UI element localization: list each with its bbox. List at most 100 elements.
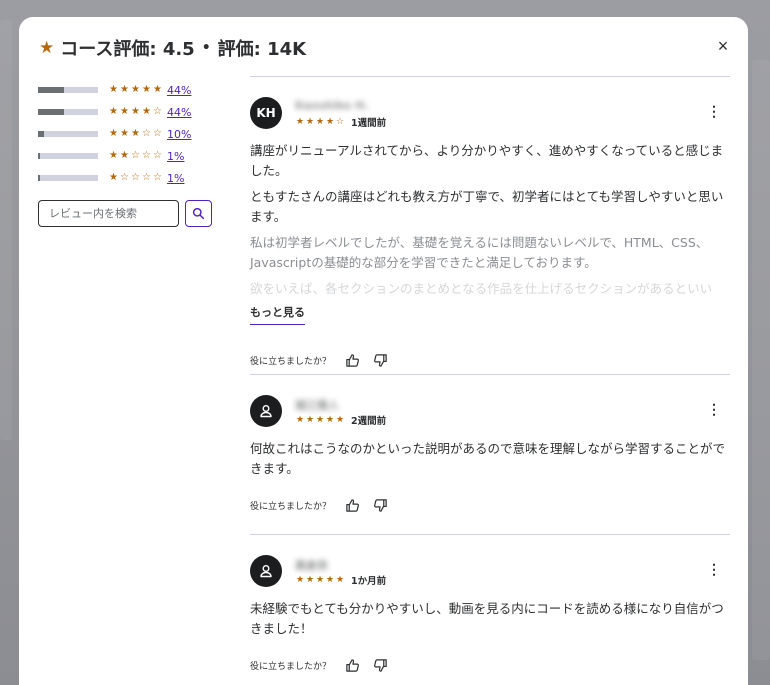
star-filled-icon: ★ [325, 117, 335, 127]
review-meta: ★ ★ ★ ★ ★ 2週間前 [295, 413, 386, 427]
star-filled-icon: ★ [131, 106, 140, 117]
star-filled-icon: ★ [109, 128, 118, 139]
helpful-question: 役に立ちましたか？ [250, 661, 332, 672]
star-empty-icon: ☆ [120, 172, 129, 183]
review-text: 未経験でもとても分かりやすいし、動画を見る内にコードを読める様になり自信がつきま… [250, 601, 724, 636]
rating-row-stars: ★ ☆ ☆ ☆ ☆ [108, 173, 163, 183]
rating-row-2[interactable]: ★ ★ ☆ ☆ ☆ 1% [38, 145, 218, 167]
review-meta: ★ ★ ★ ★ ★ 1か月前 [295, 573, 386, 587]
star-filled-icon: ★ [295, 117, 305, 127]
rating-row-5[interactable]: ★ ★ ★ ★ ★ 44% [38, 79, 218, 101]
rating-percent-link[interactable]: 1% [167, 150, 184, 163]
rating-bar-fill [38, 131, 44, 137]
star-filled-icon: ★ [325, 415, 335, 425]
thumbs-down-button[interactable] [369, 655, 391, 675]
star-filled-icon: ★ [109, 106, 118, 117]
rating-percent-link[interactable]: 44% [167, 106, 191, 119]
rating-bar-fill [38, 87, 65, 93]
rating-bar-fill [38, 109, 65, 115]
rating-row-stars: ★ ★ ☆ ☆ ☆ [108, 151, 163, 161]
rating-bar [38, 87, 98, 93]
rating-row-1[interactable]: ★ ☆ ☆ ☆ ☆ 1% [38, 167, 218, 189]
more-options-button[interactable]: ⋮ [706, 561, 722, 577]
review-text-faded: 欲をいえば、各セクションのまとめとなる作品を仕上げるセクションがあるといい [250, 281, 713, 295]
review-text: 講座がリニューアルされてから、より分かりやすく、進めやすくなっていると感じました… [250, 143, 724, 178]
star-empty-icon: ☆ [142, 128, 151, 139]
review-stars: ★ ★ ★ ★ ★ [295, 575, 345, 585]
thumbs-up-button[interactable] [341, 350, 363, 370]
thumbs-up-button[interactable] [341, 495, 363, 515]
rating-bar [38, 175, 98, 181]
star-filled-icon: ★ [305, 575, 315, 585]
star-empty-icon: ☆ [131, 172, 140, 183]
star-filled-icon: ★ [120, 84, 129, 95]
more-options-button[interactable]: ⋮ [706, 401, 722, 417]
rating-row-3[interactable]: ★ ★ ★ ☆ ☆ 10% [38, 123, 218, 145]
helpful-section: 役に立ちましたか？ [250, 495, 730, 515]
helpful-section: 役に立ちましたか？ [250, 655, 730, 675]
star-icon: ★ [39, 37, 55, 58]
thumbs-down-icon [373, 658, 387, 672]
star-filled-icon: ★ [335, 575, 345, 585]
search-button[interactable] [185, 200, 212, 227]
review-text: ともすたさんの講座はどれも教え方が丁寧で、初学者にはとても学習しやすいと思います… [250, 189, 724, 224]
avatar: KH [250, 97, 282, 129]
star-filled-icon: ★ [295, 575, 305, 585]
thumbs-down-button[interactable] [369, 495, 391, 515]
rating-bar [38, 131, 98, 137]
star-filled-icon: ★ [142, 84, 151, 95]
review-item: 堀江雅人 ★ ★ ★ ★ ★ 2週間前 ⋮ 何故これはこうなのかといった説明があるので意… [250, 375, 730, 534]
star-empty-icon: ☆ [153, 106, 162, 117]
rating-percent-link[interactable]: 1% [167, 172, 184, 185]
rating-percent-link[interactable]: 10% [167, 128, 191, 141]
star-empty-icon: ☆ [142, 150, 151, 161]
star-filled-icon: ★ [120, 128, 129, 139]
reviewer-name: 高倉奈 [295, 559, 328, 572]
star-filled-icon: ★ [142, 106, 151, 117]
show-more-button[interactable]: もっと見る [250, 303, 305, 325]
course-rating-title: コース評価: 4.5 [60, 39, 195, 60]
rating-row-4[interactable]: ★ ★ ★ ★ ☆ 44% [38, 101, 218, 123]
star-filled-icon: ★ [315, 415, 325, 425]
review-text: 何故これはこうなのかといった説明があるので意味を理解しながら学習することができま… [250, 441, 726, 476]
thumbs-up-icon [345, 353, 359, 367]
rating-bar [38, 153, 98, 159]
star-filled-icon: ★ [305, 415, 315, 425]
review-body: 未経験でもとても分かりやすいし、動画を見る内にコードを読める様になり自信がつきま… [250, 599, 730, 639]
rating-count: 評価: 14K [217, 39, 307, 60]
star-empty-icon: ☆ [153, 128, 162, 139]
helpful-question: 役に立ちましたか？ [250, 501, 332, 512]
user-icon [260, 565, 272, 578]
star-filled-icon: ★ [109, 84, 118, 95]
rating-bar-fill [38, 175, 40, 181]
review-body: 何故これはこうなのかといった説明があるので意味を理解しながら学習することができま… [250, 439, 730, 479]
helpful-question: 役に立ちましたか？ [250, 356, 332, 367]
review-body: 講座がリニューアルされてから、より分かりやすく、進めやすくなっていると感じました… [250, 141, 730, 325]
star-empty-icon: ☆ [153, 150, 162, 161]
thumbs-up-button[interactable] [341, 655, 363, 675]
reviewer-name: 堀江雅人 [295, 399, 339, 412]
review-list: KH Kazuhiko H. ★ ★ ★ ★ ☆ 1週間前 ⋮ 講座がリニューアルされて… [250, 76, 730, 685]
search-input[interactable] [38, 200, 179, 227]
star-filled-icon: ★ [305, 117, 315, 127]
close-button[interactable]: × [712, 35, 734, 57]
reviewer-name: Kazuhiko H. [295, 99, 369, 112]
star-filled-icon: ★ [153, 84, 162, 95]
review-date: 2週間前 [351, 416, 387, 427]
review-stars: ★ ★ ★ ★ ★ [295, 415, 345, 425]
star-filled-icon: ★ [131, 84, 140, 95]
rating-bar [38, 109, 98, 115]
thumbs-up-icon [345, 658, 359, 672]
more-options-button[interactable]: ⋮ [706, 103, 722, 119]
star-filled-icon: ★ [120, 106, 129, 117]
review-search [38, 200, 212, 227]
star-filled-icon: ★ [109, 172, 118, 183]
review-stars: ★ ★ ★ ★ ☆ [295, 117, 345, 127]
title-separator: • [201, 40, 211, 56]
thumbs-up-icon [345, 498, 359, 512]
reviews-modal: ★ コース評価: 4.5 • 評価: 14K × ★ ★ ★ ★ ★ 44% ★ ★ ★ ★ ☆ 44… [19, 17, 748, 685]
thumbs-down-button[interactable] [369, 350, 391, 370]
star-empty-icon: ☆ [142, 172, 151, 183]
rating-percent-link[interactable]: 44% [167, 84, 191, 97]
star-filled-icon: ★ [315, 575, 325, 585]
